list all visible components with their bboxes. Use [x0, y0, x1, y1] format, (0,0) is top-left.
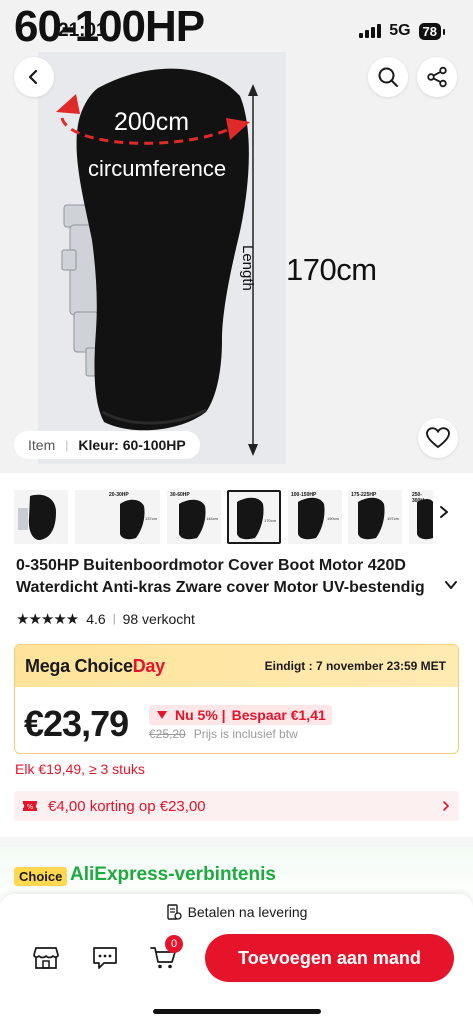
old-price-row: €25,20 Prijs is inclusief btw [149, 727, 298, 741]
thumbnail-length: 197cm [386, 516, 399, 521]
vat-note: Prijs is inclusief btw [193, 727, 298, 741]
coupon-icon: % [23, 801, 37, 811]
thumbnail-image [237, 497, 264, 540]
overlay-hp-text: 60-100HP [14, 2, 205, 51]
thumbnail[interactable]: 175-225HP 197cm [348, 490, 402, 544]
thumbnail-length: 137cm [144, 516, 157, 521]
store-icon [33, 947, 59, 969]
thumbnail[interactable]: 30-60HP 144cm [167, 490, 221, 544]
coupon-text: €4,00 korting op €23,00 [48, 797, 206, 815]
chevron-down-icon[interactable] [444, 578, 458, 592]
thumbnail[interactable]: 100-150HP 190cm [288, 490, 342, 544]
circumference-value: 200cm [114, 108, 190, 136]
thumbnail-selected[interactable]: 170cm [227, 490, 281, 544]
cash-on-delivery-text: Betalen na levering [187, 904, 308, 920]
search-button[interactable] [368, 57, 408, 97]
circumference-label: circumference [88, 156, 227, 181]
search-icon [378, 67, 398, 87]
thumbnail-caption: 20-30HP [109, 492, 129, 498]
length-label: Length [239, 245, 256, 291]
status-icons: 5G 78 [359, 22, 446, 40]
pill-item-label: Item [28, 437, 56, 453]
current-price: €23,79 [24, 703, 129, 744]
store-button[interactable] [29, 941, 63, 975]
selected-variant-pill[interactable]: Item | Kleur: 60-100HP [14, 431, 200, 459]
bulk-price-note: Elk €19,49, ≥ 3 stuks [15, 761, 145, 777]
home-indicator[interactable] [153, 1009, 321, 1014]
back-button[interactable] [14, 57, 54, 97]
deal-header: Mega ChoiceDay Eindigt : 7 november 23:5… [15, 645, 458, 687]
coupon-bar[interactable]: % €4,00 korting op €23,00 [14, 791, 459, 821]
thumbnail-caption: 175-225HP [351, 492, 377, 498]
thumbnail-length: 170cm [263, 518, 276, 523]
share-button[interactable] [417, 57, 457, 97]
section-divider [0, 837, 473, 847]
thumbnail-caption: 250-300H [412, 492, 424, 504]
rating-separator: | [112, 613, 116, 625]
chevron-right-icon[interactable] [437, 505, 451, 519]
product-title[interactable]: 0-350HP Buitenboordmotor Cover Boot Moto… [16, 555, 444, 599]
choice-badge: Choice [14, 867, 68, 886]
add-to-cart-button[interactable]: Toevoegen aan mand [205, 934, 454, 982]
discount-percent: Nu 5% | [175, 707, 226, 723]
invoice-icon [166, 904, 182, 920]
thumbnail[interactable] [14, 490, 68, 544]
choice-commitment-text: AliExpress-verbintenis [70, 864, 276, 885]
deal-brand-main: Mega Choice [25, 655, 133, 676]
discount-badge: Nu 5% | Bespaar €1,41 [149, 705, 332, 725]
rating-value: 4.6 [86, 611, 106, 627]
deal-brand-day: Day [132, 655, 165, 676]
rating-row[interactable]: ★★★★★ 4.6 | 98 verkocht [16, 610, 195, 628]
chevron-left-icon [28, 69, 38, 85]
signal-icon [359, 24, 382, 38]
product-title-line2: Waterdicht Anti-kras Zware cover Motor U… [16, 579, 425, 596]
bottom-action-bar: Betalen na levering Toevoegen aan mand [0, 894, 473, 1024]
thumbnail[interactable]: 20-30HP 137cm [106, 490, 160, 544]
thumbnail[interactable]: 250-300H [409, 490, 433, 544]
pill-separator: | [65, 438, 69, 452]
cash-on-delivery-note: Betalen na levering [0, 904, 473, 920]
deal-brand: Mega ChoiceDay [25, 656, 165, 677]
wishlist-button[interactable] [418, 418, 458, 458]
battery-icon: 78 [418, 22, 446, 40]
heart-icon [426, 427, 450, 449]
old-price: €25,20 [149, 727, 186, 741]
cart-count-badge: 0 [165, 935, 183, 953]
pill-color-label: Kleur: 60-100HP [78, 437, 186, 453]
thumbnail-caption: 100-150HP [291, 492, 317, 498]
chat-button[interactable] [88, 941, 122, 975]
product-title-line1: 0-350HP Buitenboordmotor Cover Boot Moto… [16, 557, 406, 574]
length-value: 170cm [286, 252, 377, 287]
svg-text:%: % [27, 803, 34, 811]
thumbnail-image [18, 494, 56, 540]
mega-choice-day-card: Mega ChoiceDay Eindigt : 7 november 23:5… [14, 644, 459, 754]
deal-end-time: Eindigt : 7 november 23:59 MET [264, 659, 446, 673]
sold-count: 98 verkocht [122, 611, 195, 627]
discount-save: Bespaar €1,41 [231, 707, 326, 723]
chat-icon [93, 947, 117, 969]
star-rating-icon: ★★★★★ [16, 611, 79, 628]
status-time: 21:01 [58, 20, 107, 41]
share-icon [427, 66, 447, 88]
network-label: 5G [389, 22, 411, 39]
thumbnail-strip: 125cm 20-30HP 137cm 30-60HP 144cm 170cm … [0, 490, 473, 544]
thumbnail-length: 144cm [205, 516, 218, 521]
arrow-down-icon [157, 711, 167, 719]
thumbnail-length: 190cm [326, 516, 339, 521]
chevron-right-icon [443, 801, 450, 811]
product-image-gallery[interactable]: 60-100HP 21:01 5G 78 200cm circumference… [0, 0, 473, 473]
thumbnail-caption: 30-60HP [170, 492, 190, 498]
